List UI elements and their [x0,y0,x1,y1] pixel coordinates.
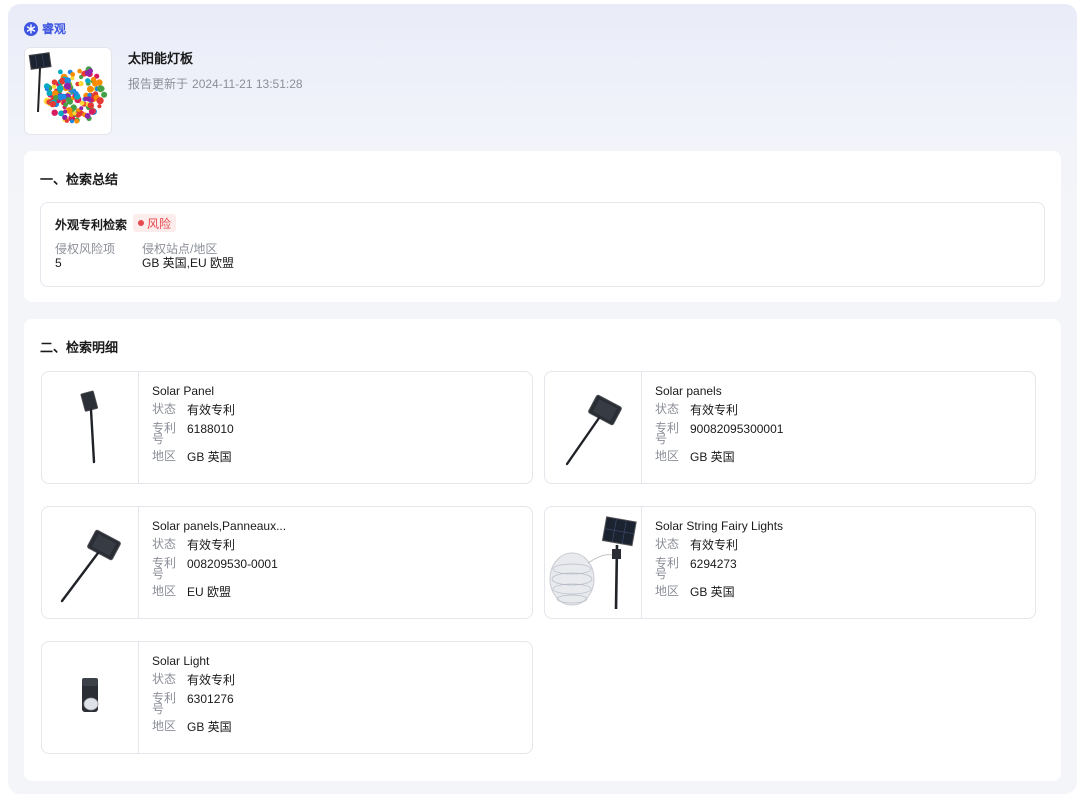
region-label: 地区 [655,449,680,463]
patent-number: 6301276 [187,692,234,706]
patent-number-label: 专利号 [655,556,680,581]
risk-items-field: 侵权风险项 5 [55,242,115,270]
region-label: 地区 [152,584,177,598]
patent-title: Solar Light [152,654,210,668]
patent-card[interactable]: Solar Light 状态 有效专利 专利号 6301276 地区 GB 英国 [41,641,533,754]
patent-status: 有效专利 [187,403,236,417]
patent-number: 90082095300001 [690,422,784,436]
region-label: 地区 [655,584,680,598]
status-label: 状态 [152,672,177,686]
risk-badge-label: 风险 [147,216,172,231]
product-thumbnail [24,47,112,135]
risk-sites-field: 侵权站点/地区 GB 英国,EU 欧盟 [142,242,234,270]
patent-title: Solar String Fairy Lights [655,519,784,533]
report-updated-prefix: 报告更新于 [128,77,189,91]
region-label: 地区 [152,719,177,733]
patent-title: Solar panels [655,384,722,398]
patent-number-row: 专利号 008209530-0001 [152,556,522,581]
design-patent-summary: 外观专利检索 风险 侵权风险项 5 侵权站点/地区 GB 英国,EU 欧盟 [40,202,1045,287]
solar-panel-stake-image [60,529,121,602]
patent-region: GB 英国 [690,450,735,464]
brand-name: 睿观 [42,22,67,36]
risk-items-label: 侵权风险项 [55,242,116,256]
risk-sites-value: GB 英国,EU 欧盟 [142,256,235,270]
solar-panel-stake-image [565,394,622,465]
risk-dot-icon [138,220,144,226]
patent-region: EU 欧盟 [187,585,232,599]
patent-card[interactable]: Solar panels,Panneaux... 状态 有效专利 专利号 00820… [41,506,533,619]
patent-number: 008209530-0001 [187,557,278,571]
patent-number-label: 专利号 [152,691,177,716]
patent-status: 有效专利 [690,403,739,417]
brand-logo-icon [24,21,38,36]
patent-status-row: 状态 有效专利 [152,537,522,552]
status-label: 状态 [655,402,680,416]
patent-image [545,372,642,483]
brand: 睿观 [24,20,66,37]
patent-title: Solar panels,Panneaux... [152,519,287,533]
patent-number: 6294273 [690,557,737,571]
patent-region: GB 英国 [690,585,735,599]
patent-status: 有效专利 [187,538,236,552]
report-updated: 报告更新于 2024-11-21 13:51:28 [128,75,303,92]
patent-info: Solar Light 状态 有效专利 专利号 6301276 地区 GB 英国 [152,654,522,734]
patent-image [42,507,139,618]
patent-status: 有效专利 [690,538,739,552]
patent-region-row: 地区 EU 欧盟 [152,584,522,599]
patent-info: Solar Panel 状态 有效专利 专利号 6188010 地区 GB 英国 [152,384,522,464]
patent-region-row: 地区 GB 英国 [655,449,1025,464]
patent-status-row: 状态 有效专利 [655,537,1025,552]
solar-wall-light-image [82,677,99,712]
risk-items-value: 5 [55,256,62,270]
patent-title: Solar Panel [152,384,215,398]
fairy-lights-image [28,52,108,124]
patent-region-row: 地区 GB 英国 [152,449,522,464]
patent-status-row: 状态 有效专利 [655,402,1025,417]
product-title: 太阳能灯板 [128,51,194,66]
patent-status-row: 状态 有效专利 [152,402,522,417]
patent-number: 6188010 [187,422,234,436]
region-label: 地区 [152,449,177,463]
patent-info: Solar String Fairy Lights 状态 有效专利 专利号 6294… [655,519,1025,599]
summary-section: 一、检索总结 外观专利检索 风险 侵权风险项 5 侵权站点/地区 GB 英国,E… [24,151,1061,302]
patent-number-label: 专利号 [152,421,177,446]
patent-status: 有效专利 [187,673,236,687]
risk-badge: 风险 [133,214,177,232]
status-label: 状态 [152,402,177,416]
status-label: 状态 [152,537,177,551]
patent-region-row: 地区 GB 英国 [655,584,1025,599]
patent-info: Solar panels 状态 有效专利 专利号 90082095300001 地区… [655,384,1025,464]
patent-region: GB 英国 [187,720,232,734]
detail-section-title: 二、检索明细 [40,340,119,355]
patent-card[interactable]: Solar Panel 状态 有效专利 专利号 6188010 地区 GB 英国 [41,371,533,484]
report-updated-time: 2024-11-21 13:51:28 [192,77,303,91]
patent-number-row: 专利号 90082095300001 [655,421,1025,446]
solar-stake-light-image [80,390,99,463]
patent-number-row: 专利号 6301276 [152,691,522,716]
patent-number-label: 专利号 [655,421,680,446]
summary-section-title: 一、检索总结 [40,172,119,187]
solar-string-lights-image [549,515,637,609]
patent-card[interactable]: Solar String Fairy Lights 状态 有效专利 专利号 6294… [544,506,1036,619]
risk-sites-label: 侵权站点/地区 [142,242,218,256]
patent-region: GB 英国 [187,450,232,464]
patent-region-row: 地区 GB 英国 [152,719,522,734]
design-patent-check-label: 外观专利检索 [55,218,128,232]
detail-section: 二、检索明细 Solar Panel 状态 有效专利 专利号 6188010 地区 G… [24,319,1061,781]
patent-image [545,507,642,618]
patent-info: Solar panels,Panneaux... 状态 有效专利 专利号 00820… [152,519,522,599]
patent-number-row: 专利号 6188010 [152,421,522,446]
patent-image [42,642,139,753]
patent-number-row: 专利号 6294273 [655,556,1025,581]
patent-image [42,372,139,483]
report-page: 睿观 太阳能灯板 报告更新于 2024-11-21 13:51:28 一、检索总结… [8,4,1077,794]
patent-card[interactable]: Solar panels 状态 有效专利 专利号 90082095300001 地区… [544,371,1036,484]
status-label: 状态 [655,537,680,551]
patent-number-label: 专利号 [152,556,177,581]
patent-status-row: 状态 有效专利 [152,672,522,687]
